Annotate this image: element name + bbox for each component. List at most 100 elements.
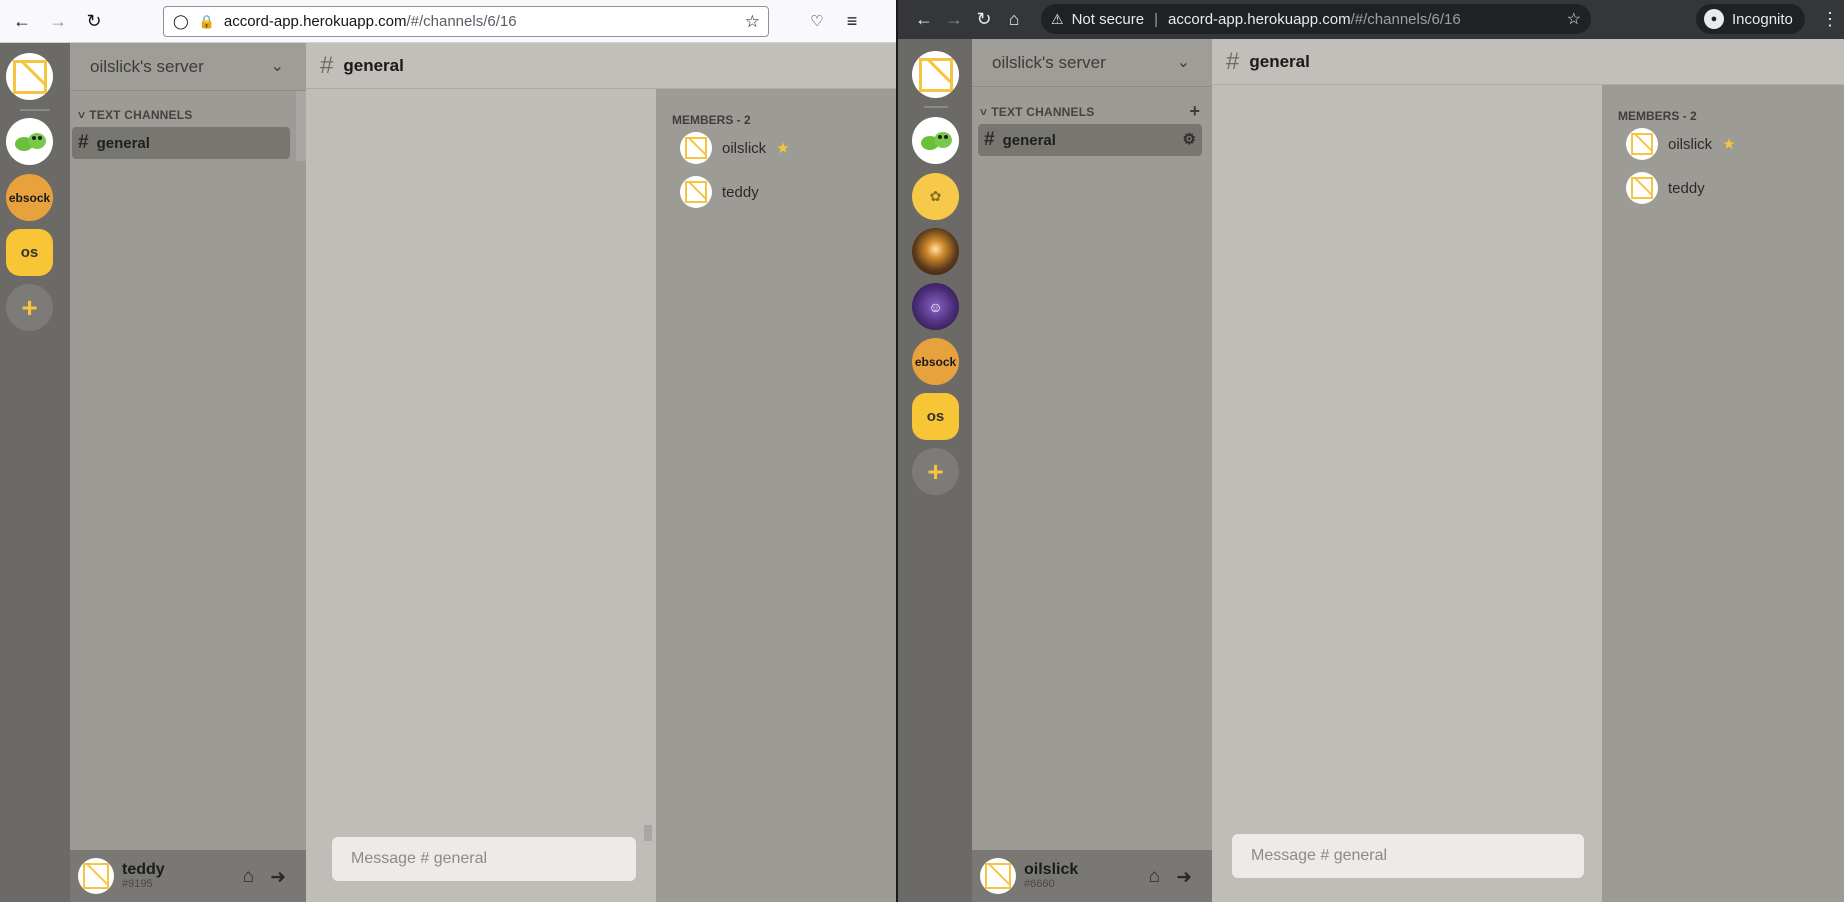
hash-icon: # xyxy=(984,129,995,150)
menu-icon[interactable]: ≡ xyxy=(840,9,864,33)
forward-icon[interactable]: → xyxy=(46,9,70,33)
message-input[interactable]: Message # general xyxy=(332,837,636,881)
category-text-channels[interactable]: ˅ TEXT CHANNELS xyxy=(980,105,1095,119)
url-separator: | xyxy=(1154,10,1159,28)
forward-icon[interactable]: → xyxy=(942,7,966,31)
channel-general[interactable]: # general xyxy=(72,127,290,159)
chat-header: # general xyxy=(306,43,896,89)
member-name: teddy xyxy=(722,183,759,201)
avatar xyxy=(1626,128,1658,160)
left-browser-window: ← → ↻ ◯ 🔒 accord-app.herokuapp.com/#/cha… xyxy=(0,0,896,902)
back-icon[interactable]: ← xyxy=(10,9,34,33)
chat-scrollbar[interactable] xyxy=(644,825,652,841)
gear-icon[interactable]: ⚙ xyxy=(1183,130,1196,148)
url-host: accord-app.herokuapp.com xyxy=(1168,10,1351,28)
incognito-badge[interactable]: ● Incognito xyxy=(1696,4,1805,34)
reload-icon[interactable]: ↻ xyxy=(82,9,106,33)
user-tag: #9195 xyxy=(122,878,153,890)
channel-scrollbar[interactable] xyxy=(296,91,306,161)
home-icon[interactable]: ⌂ xyxy=(243,866,254,889)
server-list: ebsock os + xyxy=(0,43,70,902)
shield-icon: ◯ xyxy=(173,13,189,29)
accord-app-right: ✿ ☺ ebsock os + oilslick's server ⌄ ˅ TE… xyxy=(898,39,1844,902)
username: teddy xyxy=(122,861,165,878)
chat-title: general xyxy=(1249,51,1310,71)
server-name: oilslick's server xyxy=(90,56,204,76)
channel-sidebar: oilslick's server ⌄ ˅ TEXT CHANNELS # ge… xyxy=(70,43,306,902)
server-header[interactable]: oilslick's server ⌄ xyxy=(972,39,1212,87)
member-teddy[interactable]: teddy xyxy=(680,176,759,208)
category-label: TEXT CHANNELS xyxy=(991,105,1095,119)
bird-server-icon[interactable]: ✿ xyxy=(912,173,959,220)
chevron-down-icon: ˅ xyxy=(78,108,86,122)
star-icon: ★ xyxy=(1722,136,1736,153)
avatar[interactable] xyxy=(980,858,1016,894)
avatar[interactable] xyxy=(78,858,114,894)
frog-server-icon[interactable] xyxy=(912,117,959,164)
chat-area: # general Message # general MEMBERS - 2 … xyxy=(1212,39,1844,902)
chevron-down-icon[interactable]: ⌄ xyxy=(1177,52,1190,72)
os-label: os xyxy=(20,244,39,261)
os-server-icon[interactable]: os xyxy=(6,229,53,276)
home-server-icon[interactable] xyxy=(912,51,959,98)
avatar xyxy=(680,176,712,208)
right-browser-window: ← → ↻ ⌂ ⚠ Not secure | accord-app.heroku… xyxy=(898,0,1844,902)
add-channel-button[interactable]: + xyxy=(1189,101,1200,122)
frog-server-icon[interactable] xyxy=(6,118,53,165)
os-label: os xyxy=(926,408,945,425)
member-oilslick[interactable]: oilslick ★ xyxy=(1626,128,1736,160)
logout-icon[interactable]: ➜ xyxy=(270,866,286,889)
members-header: MEMBERS - 2 xyxy=(1618,109,1697,123)
address-bar[interactable]: ⚠ Not secure | accord-app.herokuapp.com /… xyxy=(1041,4,1591,34)
channel-label: general xyxy=(96,134,150,152)
menu-kebab-icon[interactable]: ⋮ xyxy=(1818,7,1842,31)
channel-general[interactable]: # general ⚙ xyxy=(978,124,1202,156)
user-tag: #6660 xyxy=(1024,878,1055,890)
channel-label: general xyxy=(1002,131,1056,149)
star-icon: ★ xyxy=(776,140,790,157)
pocket-icon[interactable]: ♡ xyxy=(805,9,829,33)
server-separator xyxy=(924,106,948,108)
user-panel: teddy #9195 ⌂ ➜ xyxy=(70,850,306,902)
category-text-channels[interactable]: ˅ TEXT CHANNELS xyxy=(78,108,193,122)
incognito-icon: ● xyxy=(1704,9,1724,29)
member-list: MEMBERS - 2 oilslick ★ teddy xyxy=(656,89,896,902)
ebsock-server-icon[interactable]: ebsock xyxy=(912,338,959,385)
message-input[interactable]: Message # general xyxy=(1232,834,1584,878)
incognito-label: Incognito xyxy=(1732,10,1793,28)
members-header: MEMBERS - 2 xyxy=(672,113,751,127)
logout-icon[interactable]: ➜ xyxy=(1176,866,1192,889)
channel-sidebar: oilslick's server ⌄ ˅ TEXT CHANNELS + # … xyxy=(972,39,1212,902)
message-placeholder: Message # general xyxy=(1251,847,1388,864)
address-bar[interactable]: ◯ 🔒 accord-app.herokuapp.com/#/channels/… xyxy=(163,6,769,37)
server-header[interactable]: oilslick's server ⌄ xyxy=(70,43,306,91)
firefox-toolbar: ← → ↻ ◯ 🔒 accord-app.herokuapp.com/#/cha… xyxy=(0,0,896,43)
hash-icon: # xyxy=(78,132,89,153)
chat-header: # general xyxy=(1212,39,1844,85)
url-host: accord-app.herokuapp.com xyxy=(223,13,407,30)
accord-app-left: ebsock os + oilslick's server ⌄ ˅ TEXT C… xyxy=(0,43,896,902)
os-server-icon[interactable]: os xyxy=(912,393,959,440)
chat-area: # general Message # general MEMBERS - 2 … xyxy=(306,43,896,902)
ebsock-server-icon[interactable]: ebsock xyxy=(6,174,53,221)
member-name: teddy xyxy=(1668,179,1705,197)
home-server-icon[interactable] xyxy=(6,53,53,100)
add-server-button[interactable]: + xyxy=(6,284,53,331)
server-separator xyxy=(20,109,50,111)
bookmark-star-icon[interactable]: ☆ xyxy=(745,12,760,32)
member-oilslick[interactable]: oilslick ★ xyxy=(680,132,790,164)
bookmark-star-icon[interactable]: ☆ xyxy=(1567,9,1581,29)
username: oilslick xyxy=(1024,861,1079,878)
home-icon[interactable]: ⌂ xyxy=(1149,866,1160,889)
reload-icon[interactable]: ↻ xyxy=(972,7,996,31)
sunset-server-icon[interactable] xyxy=(912,228,959,275)
home-icon[interactable]: ⌂ xyxy=(1002,7,1026,31)
chevron-down-icon: ˅ xyxy=(980,105,988,119)
server-name: oilslick's server xyxy=(992,52,1106,72)
category-label: TEXT CHANNELS xyxy=(89,108,193,122)
back-icon[interactable]: ← xyxy=(912,7,936,31)
add-server-button[interactable]: + xyxy=(912,448,959,495)
gengar-server-icon[interactable]: ☺ xyxy=(912,283,959,330)
member-teddy[interactable]: teddy xyxy=(1626,172,1705,204)
chevron-down-icon[interactable]: ⌄ xyxy=(271,56,284,76)
